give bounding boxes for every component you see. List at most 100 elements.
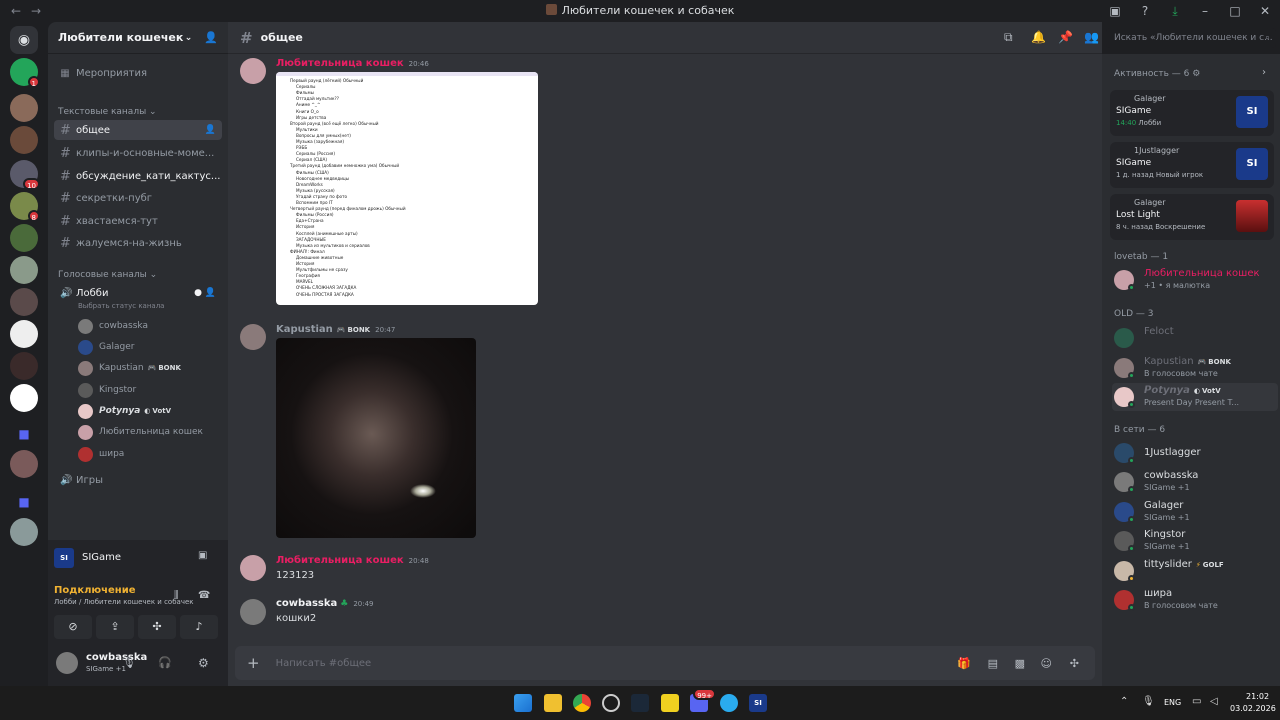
- add-member-icon[interactable]: 👤: [205, 125, 216, 135]
- telegram-icon[interactable]: [720, 694, 738, 712]
- soundboard-button[interactable]: ♪: [180, 615, 218, 639]
- language-indicator[interactable]: ENG: [1164, 698, 1181, 707]
- voice-user[interactable]: cowbasska: [78, 316, 218, 336]
- member-item[interactable]: 𝙋𝙤𝙩𝙮𝙣𝙮𝙖 ◐ VotV Present Day Present T...: [1112, 383, 1278, 411]
- help-icon[interactable]: ?: [1130, 4, 1160, 18]
- video-attachment[interactable]: [276, 338, 476, 538]
- server-icon[interactable]: [10, 384, 38, 412]
- add-member-icon[interactable]: 👤: [205, 288, 216, 298]
- category-text[interactable]: Текстовые каналы ⌄: [48, 105, 157, 119]
- member-item[interactable]: Kapustian 🎮 BONK В голосовом чате: [1112, 354, 1278, 382]
- member-item[interactable]: Любительница кошек +1 • я малютка: [1112, 266, 1278, 294]
- message-input[interactable]: Написать #общее: [276, 658, 372, 669]
- message-author[interactable]: Любительница кошек 20:46: [276, 58, 429, 69]
- server-icon[interactable]: [10, 94, 38, 122]
- voice-user[interactable]: Любительница кошек: [78, 422, 218, 442]
- network-icon[interactable]: ▭: [1192, 696, 1201, 707]
- camera-off-button[interactable]: ⊘: [54, 615, 92, 639]
- avatar[interactable]: [240, 555, 266, 581]
- volume-icon[interactable]: ◁: [1210, 696, 1218, 707]
- plus-icon[interactable]: +: [247, 654, 260, 672]
- server-icon[interactable]: [10, 518, 38, 546]
- search-input[interactable]: Искать «Любители кошечек и с... ⌕: [1106, 28, 1276, 48]
- channel-general[interactable]: # общее 👤: [54, 120, 222, 140]
- discord-home-icon[interactable]: ◉: [10, 26, 38, 54]
- server-icon[interactable]: [10, 126, 38, 154]
- chrome-icon[interactable]: [573, 694, 591, 712]
- pin-icon[interactable]: 📌: [1058, 30, 1073, 44]
- maximize-icon[interactable]: □: [1220, 4, 1250, 18]
- sigame-icon[interactable]: SI: [749, 694, 767, 712]
- minimize-icon[interactable]: –: [1190, 4, 1220, 18]
- member-item[interactable]: cowbasska SIGame +1: [1112, 468, 1278, 496]
- tray-mic-icon[interactable]: 🎙: [1142, 696, 1155, 707]
- gif-icon[interactable]: ▤: [988, 657, 998, 670]
- server-icon[interactable]: [10, 288, 38, 316]
- screen-share-button[interactable]: ⇪: [96, 615, 134, 639]
- server-icon[interactable]: 10: [10, 160, 40, 190]
- app-icon[interactable]: [661, 694, 679, 712]
- server-icon[interactable]: [10, 450, 38, 478]
- voice-channel-lobby[interactable]: 🔊 Лобби ● 👤: [54, 283, 222, 303]
- category-voice[interactable]: Голосовые каналы ⌄: [48, 268, 157, 282]
- windows-start-icon[interactable]: [514, 694, 532, 712]
- headphones-icon[interactable]: 🎧: [158, 656, 172, 669]
- folder-icon[interactable]: ■: [10, 488, 38, 516]
- member-item[interactable]: Kingstor SIGame +1: [1112, 527, 1278, 555]
- events-item[interactable]: ▦ Мероприятия: [54, 63, 222, 83]
- bell-icon[interactable]: 🔔: [1031, 30, 1046, 44]
- app-icon[interactable]: [602, 694, 620, 712]
- apps-icon[interactable]: ✣: [1070, 657, 1079, 670]
- settings-gear-icon[interactable]: ⚙: [198, 656, 209, 670]
- members-icon[interactable]: 👥: [1084, 30, 1099, 44]
- activity-card[interactable]: Galager SIGame 14:40 Лобби SI: [1110, 90, 1274, 136]
- self-avatar[interactable]: [56, 652, 78, 674]
- message-author[interactable]: Любительница кошек 20:48: [276, 555, 429, 566]
- tray-chevron-icon[interactable]: ⌃: [1120, 696, 1128, 707]
- member-item[interactable]: шира В голосовом чате: [1112, 586, 1278, 614]
- activity-card[interactable]: Galager Lost Light 8 ч. назад Воскрешени…: [1110, 194, 1274, 240]
- avatar[interactable]: [240, 324, 266, 350]
- voice-user[interactable]: 𝙋𝙤𝙩𝙮𝙣𝙮𝙖 ◐ VotV: [78, 401, 218, 421]
- chevron-right-icon[interactable]: ›: [1262, 67, 1266, 78]
- disconnect-icon[interactable]: ☎: [198, 590, 210, 601]
- voice-user[interactable]: Kingstor: [78, 380, 218, 400]
- voice-user[interactable]: шира: [78, 444, 218, 464]
- sticker-icon[interactable]: ▩: [1015, 657, 1025, 670]
- channel-brag[interactable]: # хвастаемся-тут: [54, 211, 222, 231]
- microphone-icon[interactable]: 🎙: [122, 656, 136, 669]
- close-icon[interactable]: ✕: [1250, 4, 1280, 18]
- message-author[interactable]: Kapustian 🎮 BONK 20:47: [276, 324, 395, 335]
- noise-suppression-icon[interactable]: ⫼: [174, 590, 179, 601]
- activity-card[interactable]: 1Justlagger SIGame 1 д. назад Новый игро…: [1110, 142, 1274, 188]
- member-item[interactable]: tittyslider ⚡ GOLF: [1112, 557, 1278, 585]
- voice-channel-games[interactable]: 🔊 Игры: [54, 470, 222, 490]
- emoji-icon[interactable]: ☺: [1041, 657, 1052, 670]
- screen-share-icon[interactable]: ▣: [198, 550, 207, 561]
- connection-location[interactable]: Лобби / Любители кошечек и собачек: [54, 598, 194, 606]
- chat-icon[interactable]: ●: [194, 288, 202, 298]
- image-attachment[interactable]: Первый раунд (лёгкий) Обычный Сериалы Филь…: [276, 72, 538, 305]
- server-icon[interactable]: 8: [10, 192, 40, 222]
- gift-icon[interactable]: 🎁: [957, 657, 971, 670]
- channel-secrets[interactable]: # секретки-пубг: [54, 188, 222, 208]
- member-item[interactable]: Feloct: [1112, 324, 1278, 352]
- server-icon[interactable]: [10, 352, 38, 380]
- member-item[interactable]: 1Justlagger: [1112, 439, 1278, 467]
- server-icon[interactable]: [10, 224, 38, 252]
- add-member-icon[interactable]: 👤: [204, 31, 218, 44]
- voice-user[interactable]: Galager: [78, 337, 218, 357]
- member-item[interactable]: Galager SIGame +1: [1112, 498, 1278, 526]
- message-author[interactable]: cowbasska ♣ 20:49: [276, 598, 374, 609]
- clock-date[interactable]: 03.02.2026: [1230, 704, 1276, 713]
- server-icon[interactable]: [10, 320, 38, 348]
- avatar[interactable]: [240, 58, 266, 84]
- channel-discussion[interactable]: # обсуждение_кати_кактус...: [54, 166, 222, 186]
- download-icon[interactable]: ⤓: [1160, 4, 1190, 19]
- activities-button[interactable]: ✣: [138, 615, 176, 639]
- voice-user[interactable]: Kapustian 🎮 BONK: [78, 358, 218, 378]
- file-explorer-icon[interactable]: [544, 694, 562, 712]
- threads-icon[interactable]: ⧉: [1004, 30, 1013, 45]
- inbox-icon[interactable]: ▣: [1100, 4, 1130, 18]
- channel-status[interactable]: Выбрать статус канала: [78, 302, 164, 310]
